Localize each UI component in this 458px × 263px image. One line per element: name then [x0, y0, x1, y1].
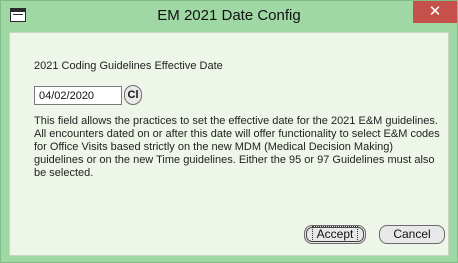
title-bar[interactable]: EM 2021 Date Config ✕ — [1, 1, 457, 32]
window-title: EM 2021 Date Config — [157, 7, 301, 24]
effective-date-label: 2021 Coding Guidelines Effective Date — [34, 60, 223, 72]
dialog-content: 2021 Coding Guidelines Effective Date Cl… — [9, 32, 449, 256]
accept-button-label: Accept — [311, 226, 359, 242]
dialog-window: EM 2021 Date Config ✕ 2021 Coding Guidel… — [0, 0, 458, 263]
cancel-button[interactable]: Cancel — [379, 225, 445, 244]
accept-button[interactable]: Accept — [304, 225, 366, 244]
calendar-button[interactable]: Cl — [124, 85, 142, 105]
effective-date-input[interactable] — [34, 86, 122, 105]
close-button[interactable]: ✕ — [413, 1, 457, 23]
description-text: This field allows the practices to set t… — [34, 115, 440, 179]
